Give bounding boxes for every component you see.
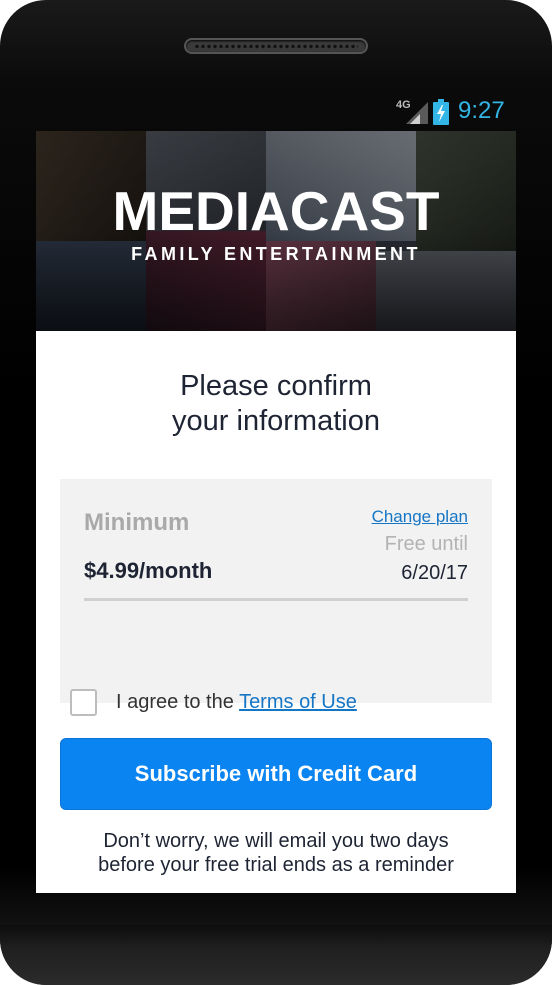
reminder-line: Don’t worry, we will email you two days [103,830,449,852]
reminder-note: Don’t worry, we will email you two days … [56,829,496,877]
hero-banner: MEDIACAST FAMILY ENTERTAINMENT [36,131,516,331]
free-until-date: 6/20/17 [401,562,468,584]
plan-name: Minimum [84,509,190,536]
page-title-line: your information [172,405,380,437]
signal-icon: 4G [396,99,438,125]
phone-chin [0,925,552,985]
reminder-line: before your free trial ends as a reminde… [98,854,454,876]
terms-prefix-text: I agree to the [116,691,240,713]
brand-tagline: FAMILY ENTERTAINMENT [131,244,421,264]
battery-charging-icon [433,99,449,125]
phone-frame: 4G 9:27 MEDIACAST FAMILY ENTERTAINMENT P… [0,0,552,985]
terms-agreement: I agree to the Terms of Use [70,689,490,717]
terms-checkbox[interactable] [70,689,97,716]
app-screen: MEDIACAST FAMILY ENTERTAINMENT Please co… [36,131,516,893]
brand-logo: MEDIACAST [112,180,440,242]
page-title: Please confirm your information [36,369,516,439]
terms-agreement-label: I agree to the Terms of Use [116,691,357,714]
change-plan-link[interactable]: Change plan [372,507,468,527]
status-bar: 4G 9:27 [36,95,516,131]
plan-summary-card: Minimum $4.99/month Change plan Free unt… [60,479,492,703]
divider [84,598,468,601]
status-clock: 9:27 [458,97,505,124]
page-title-line: Please confirm [180,370,372,402]
plan-price: $4.99/month [84,558,213,583]
subscribe-credit-card-button[interactable]: Subscribe with Credit Card [60,738,492,810]
speaker-grill [184,38,368,54]
free-until-label: Free until [384,533,468,555]
terms-of-use-link[interactable]: Terms of Use [239,691,357,713]
